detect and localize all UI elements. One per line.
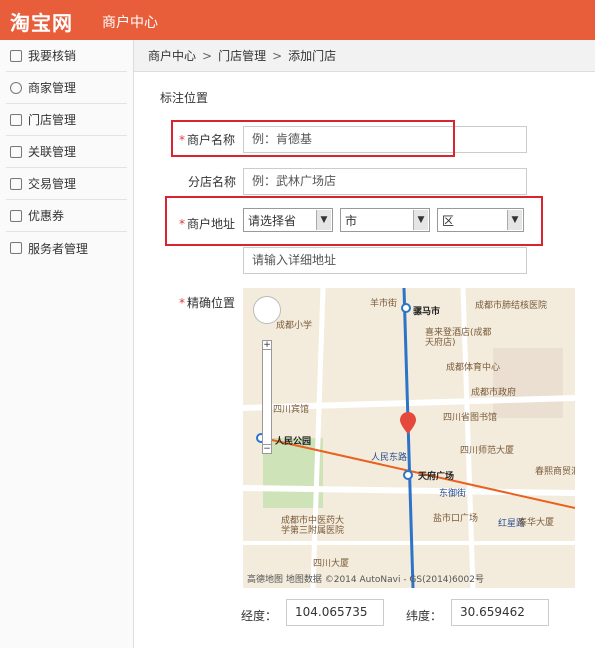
breadcrumb-item-current: 添加门店 — [288, 49, 337, 63]
label-text: 精确位置 — [187, 296, 236, 310]
map-label: 四川师范大厦 — [460, 446, 515, 456]
map[interactable]: 羊市街 骡马市 成都市肺结核医院 喜来登酒店(成都天府店) 成都体育中心 成都市… — [243, 288, 575, 588]
map-label: 盐市口广场 — [433, 514, 479, 524]
sidebar-item-label: 服务者管理 — [28, 241, 89, 256]
sidebar-item-store[interactable]: 门店管理 — [6, 104, 127, 136]
map-attribution: 高德地图 地图数据 ©2014 AutoNavi - GS(2014)6002号 — [247, 575, 484, 585]
map-label: 成都市政府 — [471, 388, 517, 398]
breadcrumb: 商户中心 > 门店管理 > 添加门店 — [134, 40, 595, 72]
map-pan-control[interactable] — [253, 296, 281, 324]
map-label: 羊市街 — [370, 299, 398, 309]
map-label: 四川宾馆 — [273, 405, 310, 415]
map-label: 四川大厦 — [313, 559, 350, 569]
sidebar-item-merchant[interactable]: 商家管理 — [6, 72, 127, 104]
map-pin-icon[interactable] — [400, 412, 416, 434]
sidebar: 我要核销 商家管理 门店管理 关联管理 交易管理 优惠券 服务者管理 — [0, 40, 134, 648]
breadcrumb-separator: > — [272, 48, 283, 63]
map-label: 泰华大厦 — [518, 518, 555, 528]
map-label: 成都市中医药大学第三附属医院 — [281, 516, 345, 536]
location-label: * 精确位置 — [179, 294, 235, 311]
list-icon — [10, 177, 22, 190]
breadcrumb-separator: > — [202, 48, 213, 63]
sidebar-item-coupon[interactable]: 优惠券 — [6, 200, 127, 232]
branch-name-input[interactable]: 例：武林广场店 — [243, 168, 527, 195]
zoom-in-button[interactable]: + — [262, 340, 272, 350]
map-zoom-slider[interactable]: + − — [262, 340, 272, 454]
list-icon — [10, 49, 22, 62]
sidebar-item-label: 门店管理 — [28, 113, 77, 127]
longitude-label: 经度： — [241, 609, 278, 623]
breadcrumb-item[interactable]: 商户中心 — [148, 47, 196, 64]
top-header-bar: 淘宝网 商户中心 — [0, 0, 595, 40]
map-label: 成都市肺结核医院 — [475, 301, 548, 311]
branch-name-label: 分店名称 — [188, 175, 237, 189]
map-label: 天府广场 — [418, 472, 455, 482]
map-label: 人民公园 — [275, 437, 312, 447]
sidebar-item-servicer[interactable]: 服务者管理 — [6, 232, 127, 264]
map-label: 四川省图书馆 — [443, 413, 498, 423]
map-label: 喜来登酒店(成都天府店) — [425, 328, 492, 348]
longitude-input[interactable]: 104.065735 — [286, 599, 384, 626]
sidebar-item-verify[interactable]: 我要核销 — [6, 40, 127, 72]
map-label: 成都小学 — [276, 321, 313, 331]
sidebar-item-label: 关联管理 — [28, 145, 77, 159]
section-title: 标注位置 — [160, 91, 209, 105]
list-icon — [10, 145, 22, 158]
taobao-logo[interactable]: 淘宝网 — [10, 7, 73, 36]
sidebar-item-trade[interactable]: 交易管理 — [6, 168, 127, 200]
sidebar-item-label: 交易管理 — [28, 177, 77, 191]
zoom-out-button[interactable]: − — [262, 444, 272, 454]
map-label: 人民东路 — [371, 453, 408, 463]
sidebar-item-label: 商家管理 — [28, 81, 77, 95]
highlight-box — [165, 196, 543, 246]
address-detail-input[interactable]: 请输入详细地址 — [243, 247, 527, 274]
sidebar-item-label: 优惠券 — [28, 209, 65, 223]
map-label: 春熙商贸汇广场 — [535, 467, 575, 477]
sidebar-item-label: 我要核销 — [28, 49, 77, 63]
latitude-label: 纬度： — [406, 609, 443, 623]
latitude-input[interactable]: 30.659462 — [451, 599, 549, 626]
breadcrumb-item[interactable]: 门店管理 — [218, 47, 266, 64]
map-label: 东御街 — [439, 489, 467, 499]
sidebar-item-association[interactable]: 关联管理 — [6, 136, 127, 168]
map-label: 骡马市 — [413, 307, 441, 317]
highlight-box — [171, 120, 455, 157]
list-icon — [10, 209, 22, 222]
header-title: 商户中心 — [102, 15, 158, 31]
map-label: 成都体育中心 — [446, 363, 501, 373]
user-icon — [10, 81, 22, 94]
store-icon — [10, 113, 22, 126]
list-icon — [10, 242, 22, 254]
required-mark: * — [179, 296, 185, 310]
